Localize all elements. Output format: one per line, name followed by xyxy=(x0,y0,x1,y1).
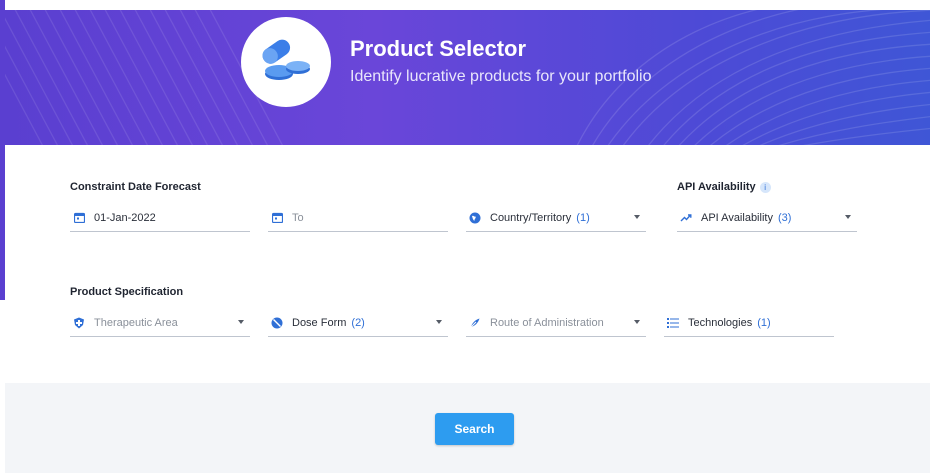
technologies-field[interactable]: Technologies (1) xyxy=(664,309,834,337)
page-title: Product Selector xyxy=(350,36,527,61)
chevron-down-icon xyxy=(634,215,640,219)
country-territory-count: (1) xyxy=(576,211,590,224)
trend-icon xyxy=(679,211,693,225)
product-selector-page: Product Selector Identify lucrative prod… xyxy=(0,0,930,473)
pill-icon xyxy=(270,316,284,330)
filter-form: Constraint Date Forecast API Availabilit… xyxy=(5,145,930,383)
country-territory-select[interactable]: Country/Territory (1) xyxy=(466,204,646,232)
dose-form-count: (2) xyxy=(351,316,365,329)
therapeutic-area-select[interactable]: Therapeutic Area xyxy=(70,309,250,337)
route-of-administration-select[interactable]: Route of Administration xyxy=(466,309,646,337)
list-icon xyxy=(666,316,680,330)
chevron-down-icon xyxy=(845,215,851,219)
logo xyxy=(241,17,331,107)
shield-icon xyxy=(72,316,86,330)
route-icon xyxy=(468,316,482,330)
dose-form-label: Dose Form xyxy=(292,316,347,329)
therapeutic-area-placeholder: Therapeutic Area xyxy=(94,316,178,329)
action-bar: Search xyxy=(5,383,930,473)
api-availability-label: API Availability i xyxy=(677,181,771,193)
calendar-icon xyxy=(270,211,284,225)
to-date-placeholder: To xyxy=(292,211,304,224)
api-availability-count: (3) xyxy=(777,211,792,224)
api-availability-label-text: API Availability xyxy=(677,181,756,193)
country-territory-label: Country/Territory xyxy=(490,211,572,224)
dose-form-select[interactable]: Dose Form (2) xyxy=(268,309,448,337)
calendar-icon xyxy=(72,211,86,225)
technologies-count: (1) xyxy=(757,316,771,329)
from-date-field[interactable]: 01-Jan-2022 xyxy=(70,204,250,232)
chevron-down-icon xyxy=(238,320,244,324)
api-availability-field-label: API Availability xyxy=(701,211,773,224)
chevron-down-icon xyxy=(436,320,442,324)
product-specification-label: Product Specification xyxy=(70,286,184,298)
search-button[interactable]: Search xyxy=(435,413,514,445)
to-date-field[interactable]: To xyxy=(268,204,448,232)
technologies-label: Technologies xyxy=(688,316,753,329)
header-banner: Product Selector Identify lucrative prod… xyxy=(5,10,930,145)
info-icon[interactable]: i xyxy=(759,181,771,193)
chevron-down-icon xyxy=(634,320,640,324)
globe-icon xyxy=(468,211,482,225)
pills-icon xyxy=(262,39,310,80)
constraint-date-label: Constraint Date Forecast xyxy=(70,181,201,193)
api-availability-select[interactable]: API Availability (3) xyxy=(677,204,857,232)
route-of-administration-placeholder: Route of Administration xyxy=(490,316,604,329)
page-subtitle: Identify lucrative products for your por… xyxy=(350,68,652,85)
from-date-value: 01-Jan-2022 xyxy=(94,211,156,224)
